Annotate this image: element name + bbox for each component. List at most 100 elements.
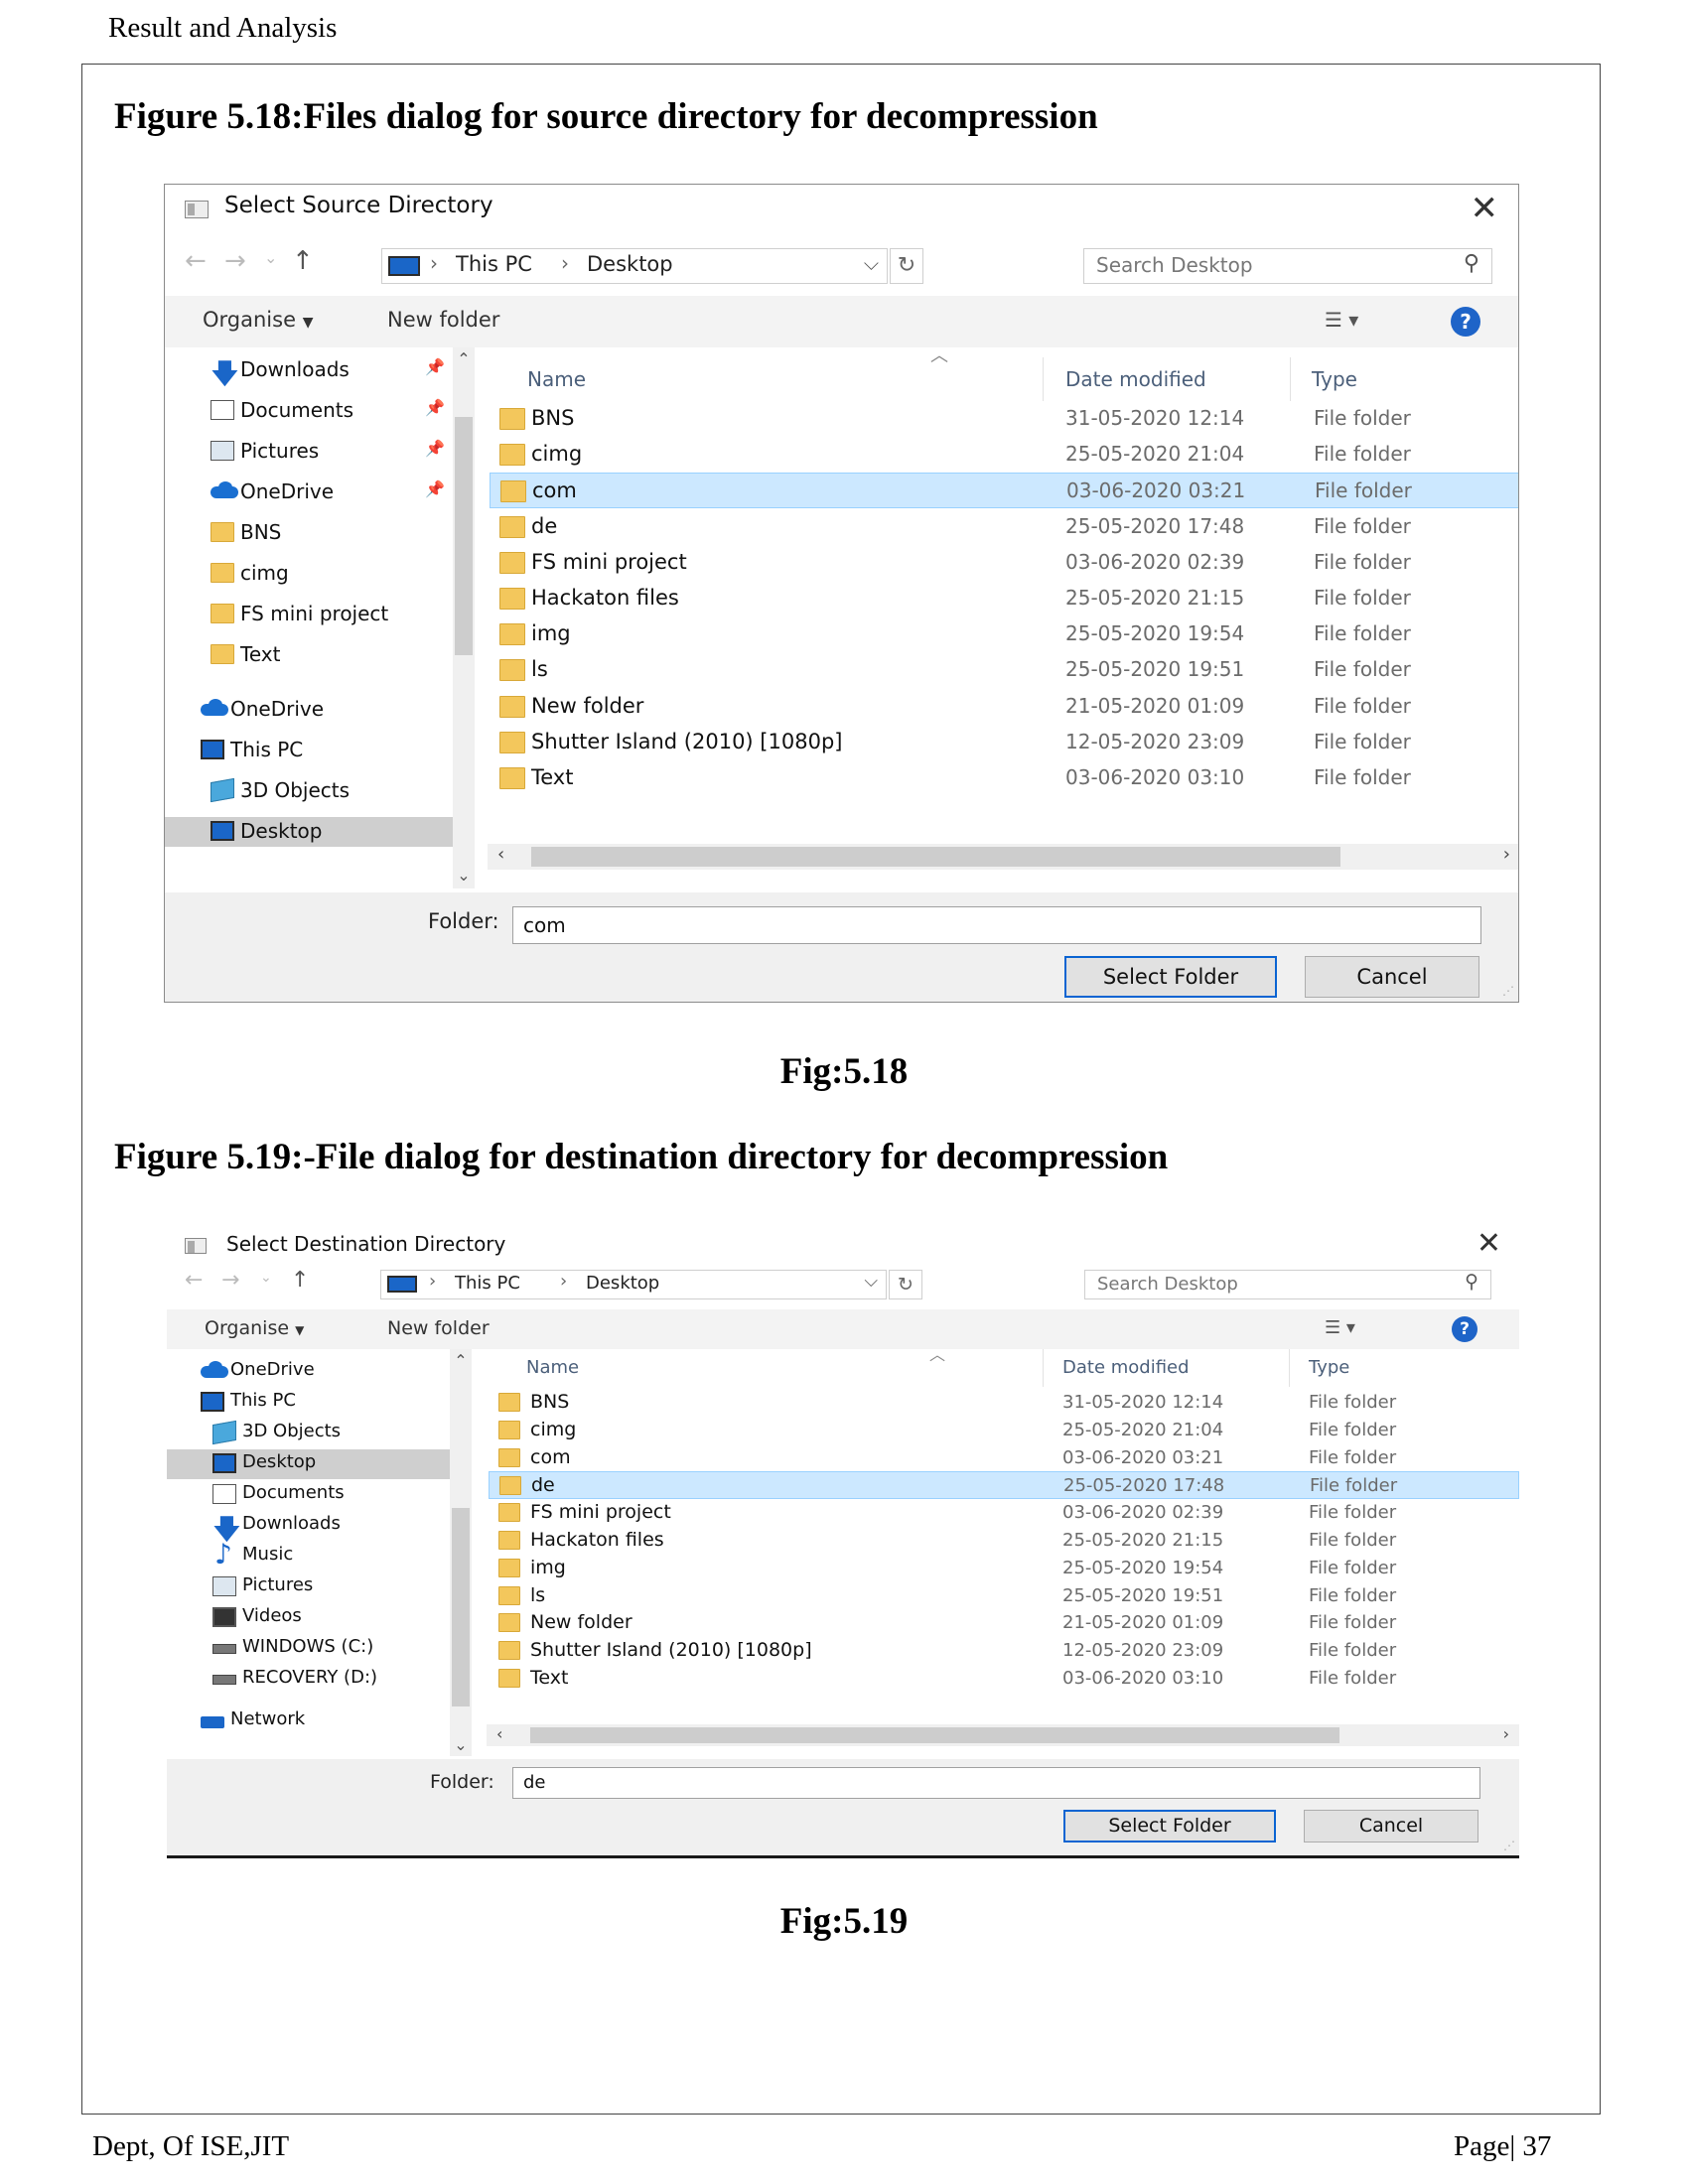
new-folder-button[interactable]: New folder — [387, 308, 499, 332]
folder-name-input[interactable]: com — [512, 906, 1481, 944]
scrollbar-thumb[interactable] — [452, 1508, 470, 1706]
help-icon[interactable]: ? — [1452, 1316, 1477, 1342]
address-dropdown-icon[interactable]: ⌵ — [864, 251, 879, 275]
back-arrow-icon[interactable]: ← — [185, 1268, 203, 1293]
forward-arrow-icon[interactable]: → — [224, 246, 246, 276]
file-row[interactable]: New folder 21-05-2020 01:09 File folder — [489, 1609, 1519, 1637]
scrollbar-thumb[interactable] — [530, 1727, 1339, 1743]
organise-menu[interactable]: Organise ▼ — [203, 308, 313, 332]
sidebar-item-recovery-d[interactable]: RECOVERY (D:) — [167, 1665, 455, 1695]
select-folder-button[interactable]: Select Folder — [1064, 956, 1277, 998]
resize-grip-icon[interactable]: ⋰ — [1502, 984, 1514, 998]
column-divider[interactable] — [1043, 357, 1044, 401]
column-header-date-modified[interactable]: Date modified — [1062, 1357, 1190, 1378]
breadcrumb-this-pc[interactable]: This PC — [456, 252, 532, 276]
sidebar-item-desktop[interactable]: Desktop — [167, 1449, 455, 1479]
sidebar-item-this-pc[interactable]: This PC — [167, 1388, 455, 1418]
pin-icon[interactable]: 📌 — [425, 439, 445, 458]
sidebar-item-3d-objects[interactable]: 3D Objects — [165, 776, 453, 806]
sidebar-item-fs-mini-project[interactable]: FS mini project — [165, 600, 453, 629]
search-input[interactable]: Search Desktop ⚲ — [1084, 1270, 1491, 1299]
address-dropdown-icon[interactable]: ⌵ — [864, 1271, 878, 1292]
search-input[interactable]: Search Desktop ⚲ — [1083, 248, 1492, 284]
file-row[interactable]: BNS 31-05-2020 12:14 File folder — [490, 401, 1518, 437]
sidebar-item-pictures[interactable]: Pictures — [167, 1572, 455, 1602]
new-folder-button[interactable]: New folder — [387, 1317, 490, 1339]
pin-icon[interactable]: 📌 — [425, 479, 445, 498]
sidebar-item-this-pc[interactable]: This PC — [165, 736, 453, 765]
breadcrumb-desktop[interactable]: Desktop — [586, 1273, 659, 1294]
address-bar[interactable]: › This PC › Desktop ⌵ — [381, 248, 888, 284]
sidebar-item-downloads[interactable]: Downloads 📌 — [165, 353, 453, 401]
breadcrumb-this-pc[interactable]: This PC — [455, 1273, 520, 1294]
resize-grip-icon[interactable]: ⋰ — [1503, 1839, 1515, 1852]
file-row[interactable]: Hackaton files 25-05-2020 21:15 File folde… — [489, 1527, 1519, 1555]
sidebar-item-onedrive[interactable]: OneDrive 📌 — [165, 478, 453, 507]
file-row[interactable]: Text 03-06-2020 03:10 File folder — [489, 1665, 1519, 1693]
scroll-up-icon[interactable]: ⌃ — [453, 349, 475, 368]
sidebar-item-downloads[interactable]: Downloads — [167, 1509, 455, 1557]
file-row[interactable]: com 03-06-2020 03:21 File folder — [489, 1444, 1519, 1472]
horizontal-scrollbar[interactable]: ‹ › — [488, 844, 1518, 870]
file-row[interactable]: FS mini project 03-06-2020 02:39 File fold… — [489, 1499, 1519, 1527]
select-folder-button[interactable]: Select Folder — [1063, 1810, 1276, 1843]
folder-name-input[interactable]: de — [512, 1767, 1480, 1799]
sidebar-item-onedrive[interactable]: OneDrive — [167, 1357, 455, 1387]
sidebar-item-cimg[interactable]: cimg — [165, 559, 453, 589]
recent-dropdown-icon[interactable]: ⌄ — [264, 248, 277, 267]
nav-pane-scrollbar[interactable]: ⌃ ⌄ — [453, 347, 475, 888]
scroll-down-icon[interactable]: ⌄ — [450, 1735, 472, 1754]
sidebar-item-onedrive[interactable]: OneDrive — [165, 695, 453, 725]
scroll-right-icon[interactable]: › — [1503, 844, 1510, 865]
scroll-down-icon[interactable]: ⌄ — [453, 866, 475, 885]
column-header-date-modified[interactable]: Date modified — [1065, 367, 1206, 391]
scroll-left-icon[interactable]: ‹ — [496, 1724, 502, 1743]
sidebar-item-documents[interactable]: Documents 📌 — [165, 396, 453, 426]
view-options-icon[interactable]: ☰ ▾ — [1325, 1317, 1355, 1338]
column-header-type[interactable]: Type — [1309, 1357, 1349, 1378]
up-arrow-icon[interactable]: ↑ — [292, 246, 314, 276]
column-divider[interactable] — [1290, 357, 1291, 401]
sidebar-item-text[interactable]: Text — [165, 640, 453, 670]
file-row[interactable]: Text 03-06-2020 03:10 File folder — [490, 760, 1518, 796]
file-row[interactable]: Hackaton files 25-05-2020 21:15 File folde… — [490, 581, 1518, 616]
scrollbar-thumb[interactable] — [531, 847, 1340, 867]
file-row[interactable]: BNS 31-05-2020 12:14 File folder — [489, 1389, 1519, 1417]
breadcrumb-desktop[interactable]: Desktop — [587, 252, 673, 276]
file-row[interactable]: FS mini project 03-06-2020 02:39 File fold… — [490, 545, 1518, 581]
file-row[interactable]: ls 25-05-2020 19:51 File folder — [489, 1582, 1519, 1610]
close-icon[interactable]: ✕ — [1477, 1226, 1501, 1261]
sidebar-item-documents[interactable]: Documents — [167, 1480, 455, 1510]
file-row[interactable]: img 25-05-2020 19:54 File folder — [489, 1555, 1519, 1582]
address-bar[interactable]: › This PC › Desktop ⌵ — [380, 1270, 887, 1299]
nav-pane-scrollbar[interactable]: ⌃ ⌄ — [450, 1349, 472, 1756]
refresh-icon[interactable]: ↻ — [890, 248, 923, 284]
organise-menu[interactable]: Organise ▼ — [205, 1317, 304, 1339]
file-row[interactable]: Shutter Island (2010) [1080p] 12-05-2020 … — [489, 1637, 1519, 1665]
scrollbar-thumb[interactable] — [455, 417, 473, 655]
file-row[interactable]: img 25-05-2020 19:54 File folder — [490, 616, 1518, 652]
sidebar-item-windows-c[interactable]: WINDOWS (C:) — [167, 1634, 455, 1664]
pin-icon[interactable]: 📌 — [425, 398, 445, 417]
cancel-button[interactable]: Cancel — [1305, 956, 1479, 998]
sidebar-item-music[interactable]: Music — [167, 1538, 455, 1571]
file-row[interactable]: ls 25-05-2020 19:51 File folder — [490, 652, 1518, 688]
pin-icon[interactable]: 📌 — [425, 357, 445, 376]
help-icon[interactable]: ? — [1451, 307, 1480, 337]
file-row[interactable]: Shutter Island (2010) [1080p] 12-05-2020 … — [490, 725, 1518, 760]
horizontal-scrollbar[interactable]: ‹ › — [487, 1724, 1519, 1746]
sidebar-item-pictures[interactable]: Pictures 📌 — [165, 437, 453, 467]
column-divider[interactable] — [1289, 1349, 1290, 1387]
cancel-button[interactable]: Cancel — [1304, 1810, 1478, 1843]
refresh-icon[interactable]: ↻ — [889, 1270, 922, 1299]
sidebar-item-videos[interactable]: Videos — [167, 1603, 455, 1633]
close-icon[interactable]: ✕ — [1471, 189, 1499, 228]
scroll-right-icon[interactable]: › — [1503, 1724, 1509, 1743]
file-row[interactable]: New folder 21-05-2020 01:09 File folder — [490, 689, 1518, 725]
file-row[interactable]: cimg 25-05-2020 21:04 File folder — [490, 437, 1518, 473]
forward-arrow-icon[interactable]: → — [221, 1268, 239, 1293]
sidebar-item-desktop[interactable]: Desktop — [165, 817, 453, 848]
recent-dropdown-icon[interactable]: ⌄ — [260, 1270, 272, 1286]
file-row[interactable]: de 25-05-2020 17:48 File folder — [490, 509, 1518, 545]
up-arrow-icon[interactable]: ↑ — [291, 1268, 309, 1293]
